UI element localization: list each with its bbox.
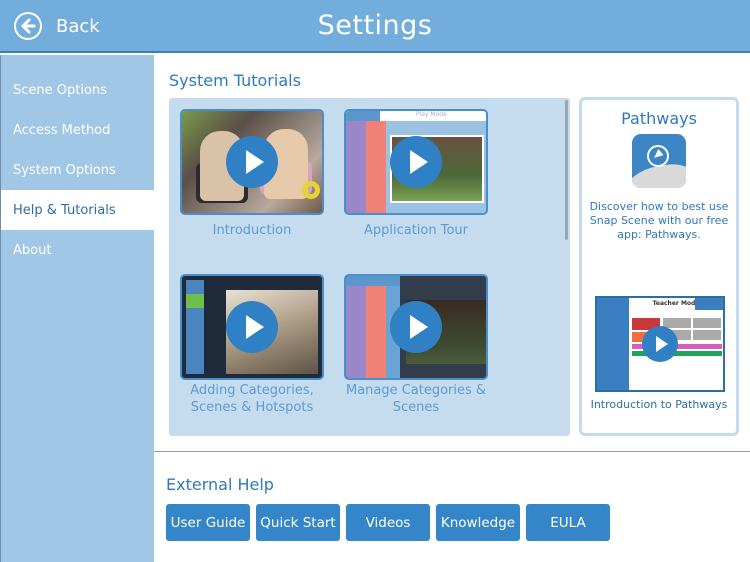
page-title: Settings [317, 10, 433, 41]
videos-button[interactable]: Videos [346, 504, 430, 541]
tutorial-thumbnail[interactable] [180, 109, 324, 215]
sidebar: Scene Options Access Method System Optio… [0, 55, 154, 562]
sidebar-item-access-method[interactable]: Access Method [1, 110, 154, 150]
play-icon[interactable] [226, 301, 278, 353]
section-divider [154, 451, 750, 452]
play-icon[interactable] [390, 301, 442, 353]
sidebar-item-about[interactable]: About [1, 230, 154, 270]
tutorial-label: Introduction [212, 223, 292, 238]
tutorial-thumbnail[interactable] [344, 274, 488, 380]
play-icon[interactable] [226, 136, 278, 188]
pathways-video-label[interactable]: Introduction to Pathways [582, 398, 736, 411]
tutorials-scrollbar[interactable] [565, 100, 568, 240]
pathways-video-thumbnail[interactable]: Teacher Mode [595, 296, 725, 392]
pathways-title: Pathways [621, 109, 697, 128]
tutorial-thumbnail[interactable] [180, 274, 324, 380]
tutorial-label: Application Tour [363, 223, 469, 238]
external-help-heading: External Help [166, 475, 274, 494]
thumbnail-mode-text: Play Mode [416, 111, 447, 118]
thumbnail-mode-text: Teacher Mode [652, 300, 700, 307]
sidebar-item-scene-options[interactable]: Scene Options [1, 70, 154, 110]
tutorial-label: Adding Categories, Scenes & Hotspots [190, 383, 314, 415]
pathways-card: Pathways Discover how to best use Snap S… [579, 97, 739, 436]
system-tutorials-heading: System Tutorials [169, 71, 301, 90]
knowledge-button[interactable]: Knowledge [436, 504, 520, 541]
tutorial-thumbnail[interactable]: Play Mode [344, 109, 488, 215]
quick-start-button[interactable]: Quick Start [256, 504, 340, 541]
external-help-buttons: User Guide Quick Start Videos Knowledge … [166, 504, 610, 541]
play-icon[interactable] [642, 326, 678, 362]
pathways-description: Discover how to best use Snap Scene with… [589, 200, 729, 241]
tutorial-manage-categories[interactable]: Manage Categories & Scenes [344, 274, 488, 416]
sidebar-item-help-tutorials[interactable]: Help & Tutorials [1, 190, 154, 230]
tutorial-introduction[interactable]: Introduction [180, 109, 324, 239]
tutorial-adding-categories[interactable]: Adding Categories, Scenes & Hotspots [180, 274, 324, 416]
tutorial-application-tour[interactable]: Play Mode Application Tour [344, 109, 488, 239]
main-content: System Tutorials Introduction Play Mode … [154, 55, 750, 562]
tutorial-label: Manage Categories & Scenes [345, 383, 487, 415]
play-icon[interactable] [390, 136, 442, 188]
tutorials-panel: Introduction Play Mode Application Tour … [169, 98, 570, 436]
user-guide-button[interactable]: User Guide [166, 504, 250, 541]
sidebar-item-system-options[interactable]: System Options [1, 150, 154, 190]
pathways-app-icon[interactable] [632, 134, 686, 188]
eula-button[interactable]: EULA [526, 504, 610, 541]
header-bar: Back Settings [0, 0, 750, 53]
